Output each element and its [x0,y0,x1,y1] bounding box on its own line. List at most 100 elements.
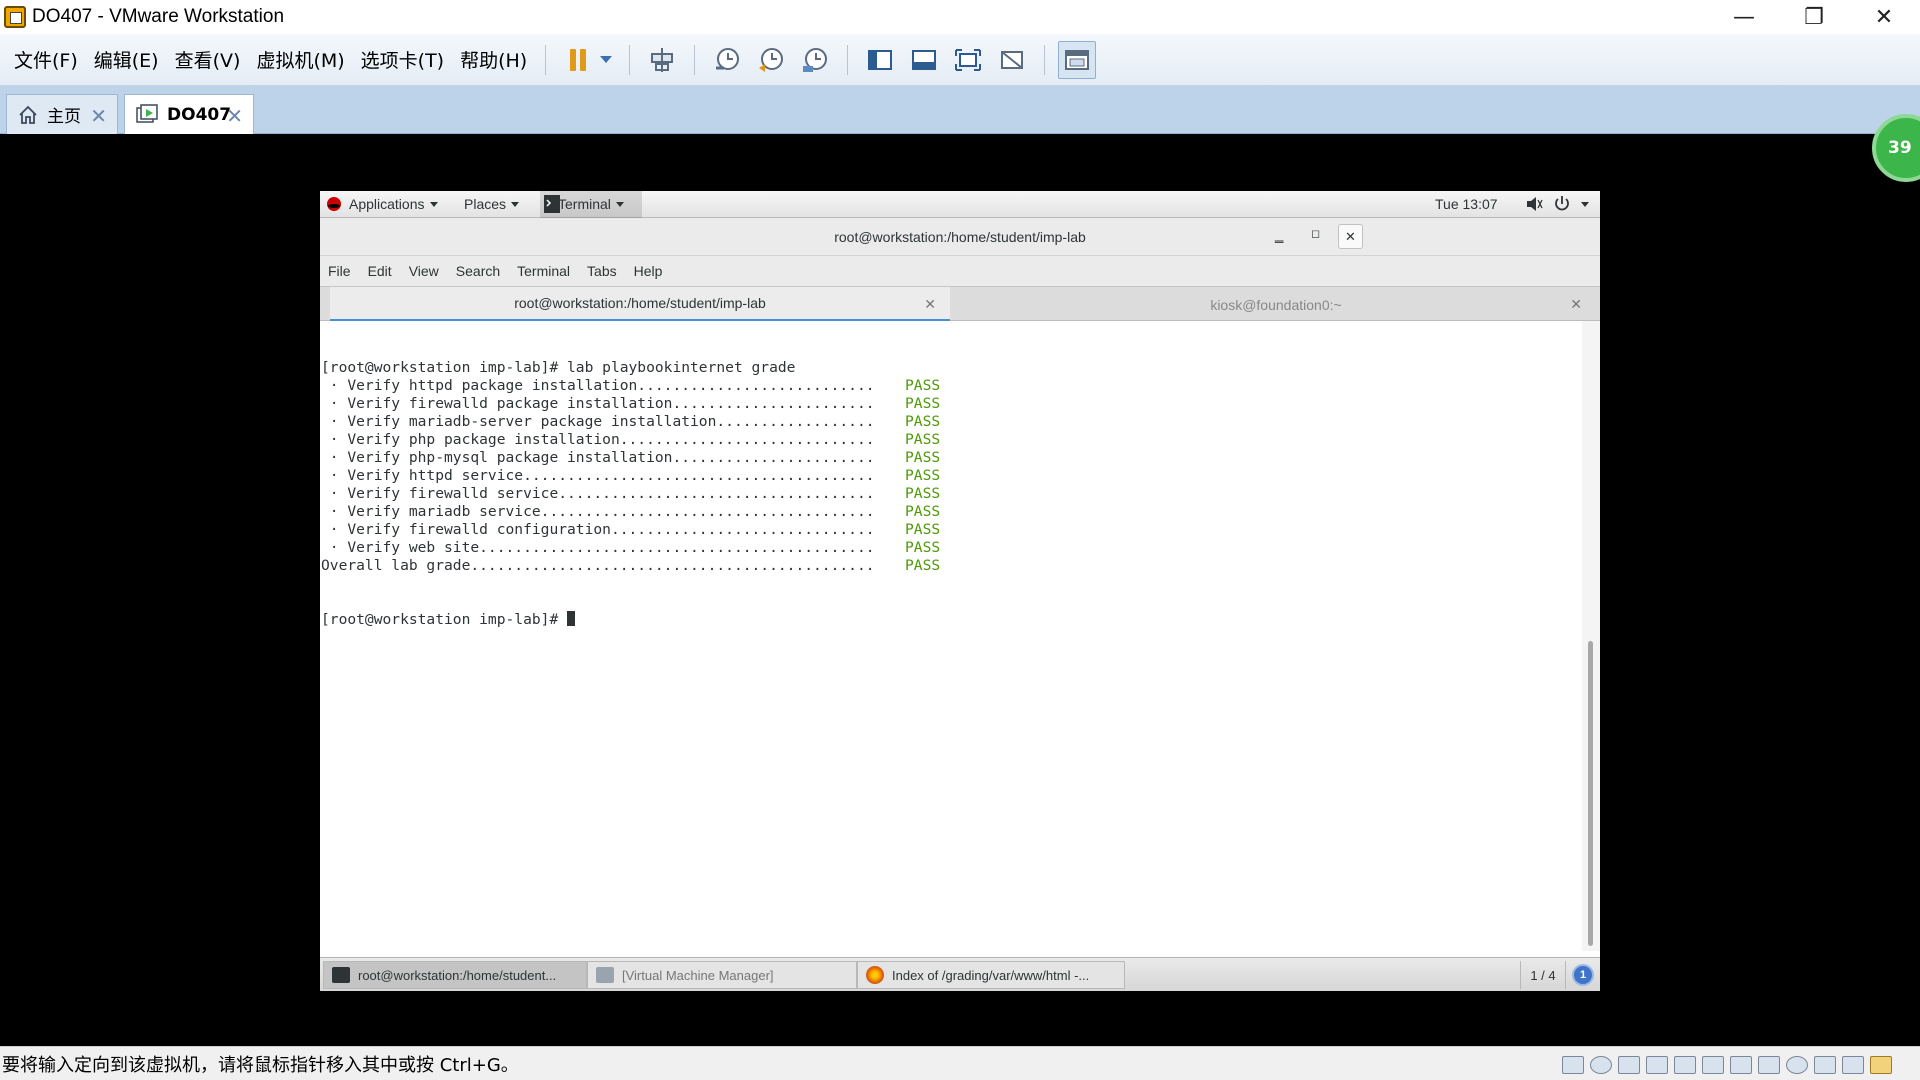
terminal-line-text: [root@workstation imp-lab]# lab playbook… [321,359,796,376]
terminal-menu-tabs[interactable]: Tabs [587,263,617,279]
cd-dvd-icon[interactable] [1590,1056,1612,1074]
terminal-line-text: · Verify php-mysql package installation.… [321,449,875,466]
taskbar-item-terminal[interactable]: root@workstation:/home/student... [323,961,587,989]
terminal-menu-file[interactable]: File [328,263,351,279]
terminal-app-menu[interactable]: Terminal [558,196,624,212]
revert-snapshot-button[interactable] [752,41,790,79]
tab-home-close-icon[interactable]: ✕ [90,104,107,128]
terminal-line-text: · Verify httpd service..................… [321,467,875,484]
terminal-icon [332,967,350,983]
terminal-output[interactable]: [root@workstation imp-lab]# lab playbook… [320,321,1582,951]
clock[interactable]: Tue 13:07 [1435,196,1498,212]
tab-home[interactable]: 主页 ✕ [6,94,118,134]
firefox-icon [866,966,884,984]
terminal-line-text: · Verify web site.......................… [321,539,875,556]
console-view-button[interactable] [1058,40,1097,79]
terminal-line: · Verify mariadb-server package installa… [321,413,1582,431]
menu-file[interactable]: 文件(F) [6,46,86,73]
restore-button[interactable]: ❐ [1779,0,1849,34]
terminal-tab-root-close-icon[interactable]: ✕ [924,296,936,313]
message-log-icon[interactable] [1870,1056,1892,1074]
show-thumbnail-bar-button[interactable] [905,41,943,79]
hard-disk-icon[interactable] [1562,1056,1584,1074]
tab-do407-label: DO407 [167,104,232,125]
snapshot-button[interactable] [708,41,746,79]
terminal-scrollbar[interactable] [1582,321,1600,951]
terminal-line-text: · Verify firewalld configuration........… [321,521,875,538]
terminal-line: · Verify mariadb service................… [321,503,1582,521]
taskbar-item-firefox[interactable]: Index of /grading/var/www/html -... [857,961,1125,989]
menu-help[interactable]: 帮助(H) [452,46,535,73]
guest-display[interactable]: Applications Places Terminal Tue 13:07 r… [320,191,1600,991]
terminal-minimize-icon[interactable]: ‗ [1275,227,1283,244]
stretch-icon[interactable] [1842,1056,1864,1074]
terminal-tab-bar: root@workstation:/home/student/imp-lab ✕… [320,286,1600,322]
terminal-line: · Verify httpd package installation.....… [321,377,1582,395]
display-icon[interactable] [1814,1056,1836,1074]
show-library-button[interactable] [861,41,899,79]
pause-button[interactable] [559,41,597,79]
terminal-menu-help[interactable]: Help [634,263,663,279]
power-icon[interactable] [1553,195,1571,216]
sound-card-icon[interactable] [1758,1056,1780,1074]
menu-tabs[interactable]: 选项卡(T) [353,46,452,73]
printer-icon[interactable] [1730,1056,1752,1074]
keyboard-icon [651,47,674,72]
snapshot-manager-button[interactable] [796,41,834,79]
network-adapter-3-icon[interactable] [1674,1056,1696,1074]
unity-button[interactable] [993,41,1031,79]
vmware-tab-bar: 主页 ✕ DO407 ✕ [0,86,1920,134]
terminal-menu-edit[interactable]: Edit [368,263,392,279]
terminal-tab-kiosk[interactable]: kiosk@foundation0:~ ✕ [956,287,1596,322]
notification-count-icon[interactable]: 1 [1572,964,1594,986]
menu-edit[interactable]: 编辑(E) [86,46,167,73]
places-menu[interactable]: Places [464,196,520,212]
terminal-prompt: [root@workstation imp-lab]# [321,611,568,628]
full-screen-button[interactable] [949,41,987,79]
power-dropdown-button[interactable] [596,41,616,79]
terminal-line-text: Overall lab grade.......................… [321,557,875,574]
terminal-line-text: · Verify mariadb-server package installa… [321,413,875,430]
close-button[interactable]: ✕ [1849,0,1919,34]
scrollbar-thumb[interactable] [1588,641,1593,946]
tab-do407-close-icon[interactable]: ✕ [226,104,243,128]
unity-icon [1001,50,1024,69]
pass-status: PASS [905,413,941,430]
workspace-label: 1 / 4 [1530,967,1556,983]
tab-do407[interactable]: DO407 ✕ [124,94,254,134]
applications-menu[interactable]: Applications [349,196,438,212]
taskbar-item-vmm[interactable]: [Virtual Machine Manager] [587,961,857,989]
network-adapter-2-icon[interactable] [1646,1056,1668,1074]
terminal-tab-kiosk-close-icon[interactable]: ✕ [1570,296,1582,313]
home-icon [19,105,37,124]
terminal-close-icon[interactable]: ✕ [1338,224,1363,249]
usb-icon[interactable] [1702,1056,1724,1074]
restore-icon: ❐ [1804,4,1824,30]
revert-clock-icon [759,47,784,72]
toolbar-separator [629,44,631,75]
terminal-menu-terminal[interactable]: Terminal [517,263,570,279]
chevron-down-icon [600,56,613,63]
network-adapter-icon[interactable] [1618,1056,1640,1074]
menu-vm[interactable]: 虚拟机(M) [248,46,352,73]
system-menu-chevron-icon[interactable] [1576,196,1589,212]
vmware-toolbar: 文件(F) 编辑(E) 查看(V) 虚拟机(M) 选项卡(T) 帮助(H) [0,34,1920,86]
terminal-tab-root[interactable]: root@workstation:/home/student/imp-lab ✕ [330,287,950,322]
gnome-window-list: root@workstation:/home/student... [Virtu… [320,957,1600,991]
console-view-icon [1065,49,1090,70]
send-ctrl-alt-del-button[interactable] [643,41,681,79]
vmware-titlebar: DO407 - VMware Workstation — ❐ ✕ [0,0,1920,34]
gnome-top-bar: Applications Places Terminal Tue 13:07 [320,191,1600,218]
volume-icon[interactable] [1525,195,1543,216]
terminal-line-text: · Verify mariadb service................… [321,503,875,520]
pause-icon [568,48,588,71]
terminal-menu-view[interactable]: View [409,263,439,279]
terminal-maximize-icon[interactable]: ◻ [1311,227,1320,240]
pass-status: PASS [905,449,941,466]
camera-icon[interactable] [1786,1056,1808,1074]
terminal-line: · Verify firewalld service..............… [321,485,1582,503]
workspace-indicator[interactable]: 1 / 4 [1520,961,1566,989]
terminal-menu-search[interactable]: Search [456,263,500,279]
minimize-button[interactable]: — [1709,0,1779,34]
menu-view[interactable]: 查看(V) [167,46,249,73]
